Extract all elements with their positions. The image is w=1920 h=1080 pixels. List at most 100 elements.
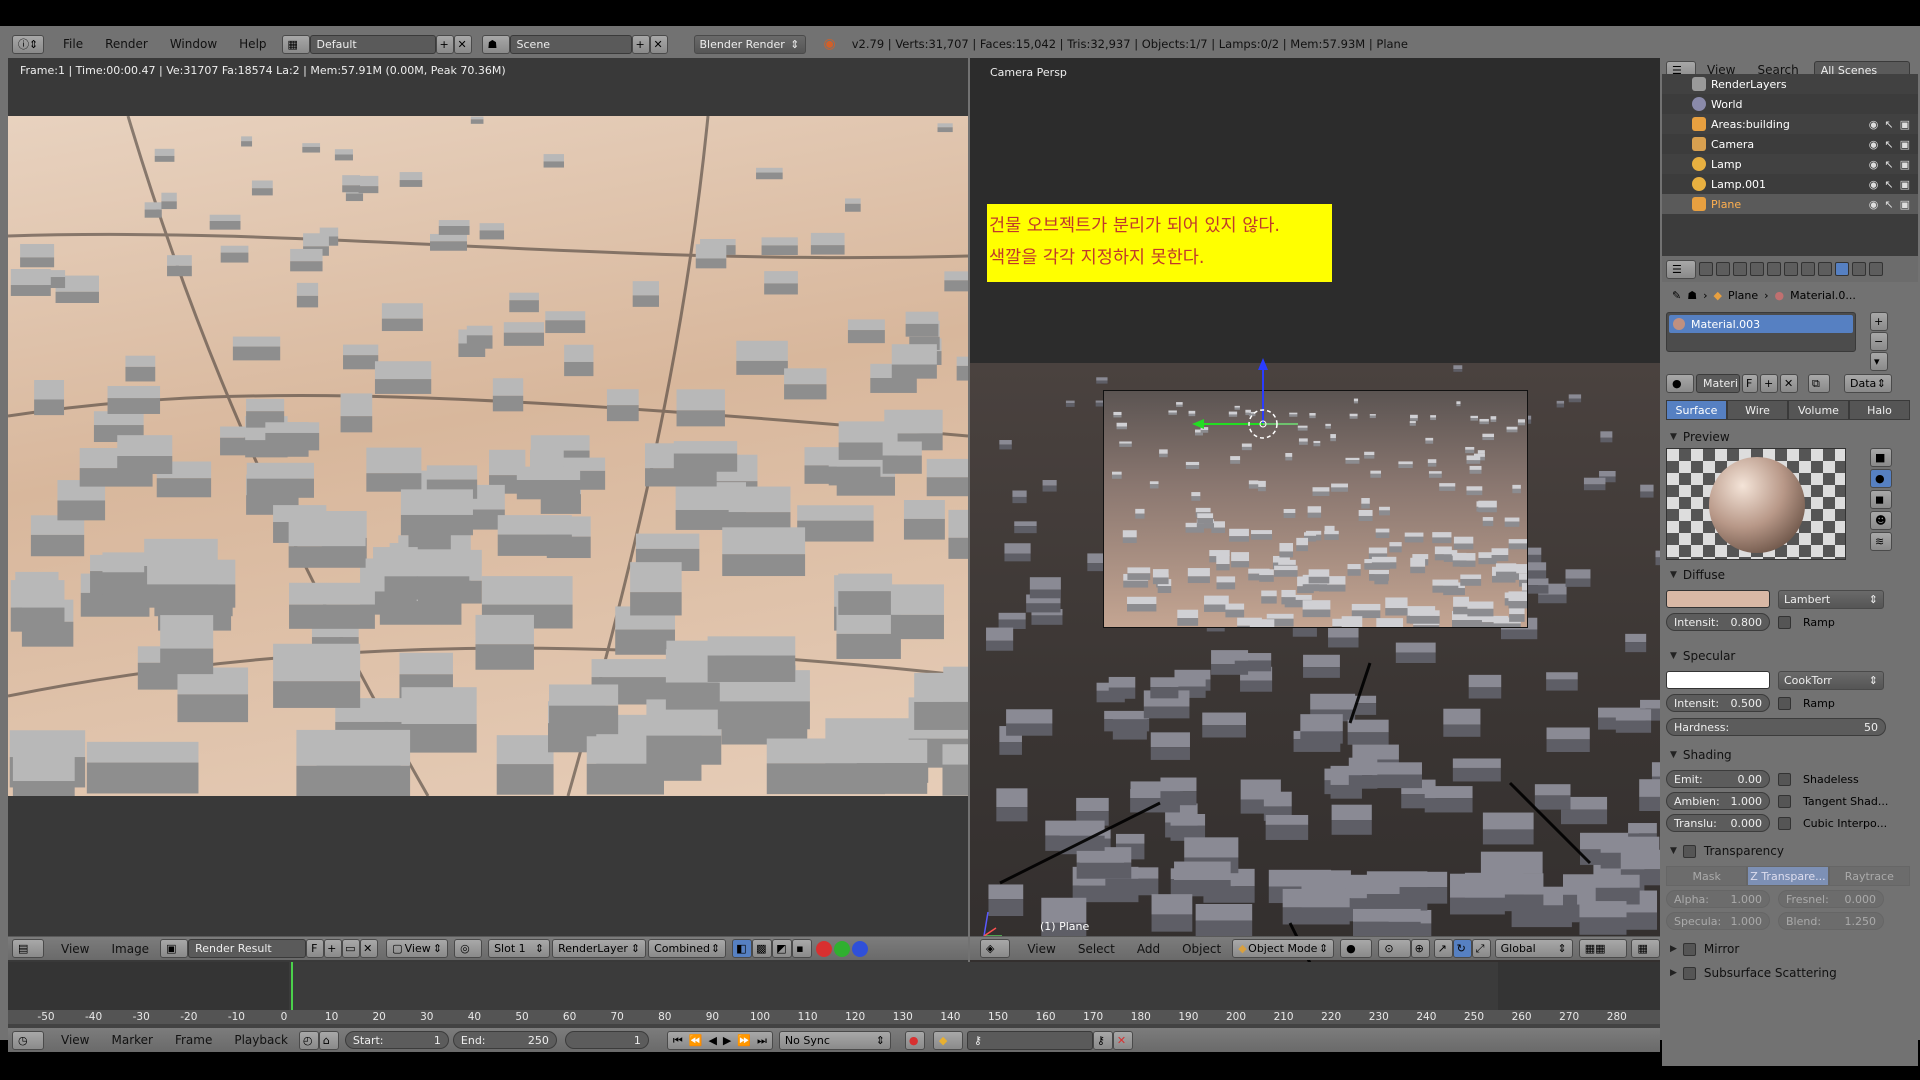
editor-type-info-button[interactable]: ⓘ ⇕ (12, 34, 44, 54)
fresnel-field[interactable]: Fresnel: 0.000 (1778, 890, 1884, 908)
transform-orientation-select[interactable]: Global ⇕ (1494, 939, 1573, 958)
delete-scene-button[interactable]: ✕ (649, 34, 668, 54)
editor-type-button[interactable]: ▤ (12, 939, 44, 958)
emit-field[interactable]: Emit: 0.00 (1666, 770, 1770, 788)
next-keyframe-icon[interactable]: ⏩ (737, 1035, 751, 1046)
scale-manipulator-button[interactable]: ⤢ (1471, 939, 1491, 958)
add-slot-button[interactable]: + (1870, 312, 1888, 331)
camera-render-icon[interactable]: ▣ (1900, 118, 1910, 131)
red-channel-icon[interactable] (816, 940, 833, 957)
diffuse-color-swatch[interactable] (1666, 590, 1770, 608)
eye-icon[interactable]: ◉ (1869, 198, 1879, 211)
outliner-item[interactable]: RenderLayers (1662, 74, 1918, 94)
outliner-item[interactable]: Lamp ◉ ↖ ▣ (1662, 154, 1918, 174)
open-image-button[interactable]: ▭ (342, 939, 361, 958)
delete-keyframe-button[interactable]: ✕ (1112, 1030, 1133, 1050)
tab-raytrace[interactable]: Raytrace (1828, 866, 1910, 886)
editor-type-button[interactable]: ◷ (12, 1030, 44, 1050)
menu-render[interactable]: Render (94, 37, 159, 51)
unlink-image-button[interactable]: ✕ (360, 939, 379, 958)
menu-playback[interactable]: Playback (223, 1033, 299, 1047)
ambient-field[interactable]: Ambien: 1.000 (1666, 792, 1770, 810)
menu-object[interactable]: Object (1171, 942, 1232, 956)
lock-range-button[interactable]: ⌂ (318, 1030, 339, 1050)
slot-menu-button[interactable]: ▾ (1870, 352, 1888, 371)
play-reverse-icon[interactable]: ◀ (708, 1035, 716, 1046)
world-tab-icon[interactable] (1750, 262, 1764, 276)
editor-type-button[interactable]: ◈ (980, 939, 1011, 958)
specular-ramp-checkbox[interactable] (1778, 696, 1791, 710)
visibility-toggles[interactable]: ◉ ↖ ▣ (1869, 158, 1910, 171)
eye-icon[interactable]: ◉ (1869, 138, 1879, 151)
layers-grid-2[interactable]: ▦ (1631, 939, 1660, 958)
menu-help[interactable]: Help (228, 37, 277, 51)
tab-surface[interactable]: Surface (1666, 400, 1727, 420)
physics-tab-icon[interactable] (1869, 262, 1883, 276)
prev-keyframe-icon[interactable]: ⏪ (689, 1035, 703, 1046)
diffuse-ramp-checkbox[interactable] (1778, 615, 1791, 629)
end-frame-field[interactable]: End: 250 (452, 1031, 557, 1049)
tab-halo[interactable]: Halo (1849, 400, 1910, 420)
pivot-button[interactable]: ◎ (454, 939, 483, 958)
object-tab-icon[interactable] (1767, 262, 1781, 276)
shadeless-checkbox[interactable] (1778, 772, 1791, 786)
camera-render-icon[interactable]: ▣ (1900, 198, 1910, 211)
mirror-checkbox[interactable] (1682, 942, 1696, 956)
material-slot-list[interactable]: Material.003 (1666, 312, 1856, 352)
fake-user-button[interactable]: F (306, 939, 325, 958)
pivot-point-select[interactable]: ⊙ (1378, 939, 1411, 958)
remove-slot-button[interactable]: − (1870, 332, 1888, 351)
playback-controls[interactable]: ⏮ ⏪ ◀ ▶ ⏩ ⏭ (666, 1030, 773, 1050)
camera-render-icon[interactable]: ▣ (1900, 158, 1910, 171)
diffuse-intensity-field[interactable]: Intensit: 0.800 (1666, 613, 1770, 631)
specular-alpha-field[interactable]: Specula: 1.000 (1666, 912, 1770, 930)
tab-mask[interactable]: Mask (1666, 866, 1748, 886)
keying-set-button[interactable]: ◆ (932, 1030, 963, 1050)
scene-tab-icon[interactable] (1733, 262, 1747, 276)
copy-material-button[interactable]: ⧉ (1808, 373, 1830, 393)
menu-file[interactable]: File (52, 37, 94, 51)
cursor-icon[interactable]: ↖ (1884, 178, 1893, 191)
texture-tab-icon[interactable] (1852, 262, 1866, 276)
browse-image-button[interactable]: ▣ (160, 939, 189, 958)
display-z-button[interactable]: ◩ (772, 939, 793, 958)
frame-ruler[interactable]: -50 -40 -30 -20 -10 0 10 20 30 40 50 60 70 80 90 100 110… (8, 1010, 1660, 1024)
preview-cube-button[interactable]: ◼ (1870, 490, 1892, 509)
layout-type-button[interactable]: ▦ (281, 34, 310, 54)
camera-render-icon[interactable]: ▣ (1900, 178, 1910, 191)
tangent-shading-checkbox[interactable] (1778, 794, 1791, 808)
unlink-material-button[interactable]: ✕ (1780, 373, 1798, 393)
screen-layout-field[interactable]: Default (309, 34, 436, 54)
visibility-toggles[interactable]: ◉ ↖ ▣ (1869, 178, 1910, 191)
specular-intensity-field[interactable]: Intensit: 0.500 (1666, 694, 1770, 712)
outliner-item[interactable]: Lamp.001 ◉ ↖ ▣ (1662, 174, 1918, 194)
cubic-interpolation-checkbox[interactable] (1778, 816, 1791, 830)
display-alpha-button[interactable]: ▩ (752, 939, 773, 958)
mirror-panel-header[interactable]: ▶ Mirror (1662, 938, 1918, 960)
transparency-panel-header[interactable]: ▼ Transparency (1662, 840, 1918, 862)
specular-panel-header[interactable]: ▼ Specular (1662, 645, 1918, 667)
manipulator-toggle[interactable]: ⊕ (1410, 939, 1430, 958)
diffuse-shader-select[interactable]: Lambert ⇕ (1778, 589, 1884, 609)
render-layers-tab-icon[interactable] (1716, 262, 1730, 276)
blend-field[interactable]: Blend: 1.250 (1778, 912, 1884, 930)
outliner-item[interactable]: World (1662, 94, 1918, 114)
timeline-track[interactable] (8, 962, 1660, 1010)
preview-plane-button[interactable]: ■ (1870, 448, 1892, 467)
menu-frame[interactable]: Frame (164, 1033, 223, 1047)
camera-render-icon[interactable]: ▣ (1900, 138, 1910, 151)
cursor-icon[interactable]: ↖ (1884, 118, 1893, 131)
menu-marker[interactable]: Marker (100, 1033, 163, 1047)
render-result-image[interactable] (8, 116, 968, 796)
interaction-mode-select[interactable]: ◆ Object Mode ⇕ (1232, 939, 1335, 958)
eye-icon[interactable]: ◉ (1869, 118, 1879, 131)
transform-manipulator[interactable] (1170, 358, 1310, 448)
jump-start-icon[interactable]: ⏮ (673, 1035, 683, 1046)
current-frame-field[interactable]: 1 (564, 1031, 649, 1049)
rotate-manipulator-button[interactable]: ↻ (1452, 939, 1472, 958)
scene-type-button[interactable]: ☗ (481, 34, 510, 54)
browse-material-button[interactable]: ● (1666, 373, 1694, 393)
menu-view[interactable]: View (50, 942, 100, 956)
viewport-shading-select[interactable]: ● (1340, 939, 1373, 958)
modifiers-tab-icon[interactable] (1801, 262, 1815, 276)
